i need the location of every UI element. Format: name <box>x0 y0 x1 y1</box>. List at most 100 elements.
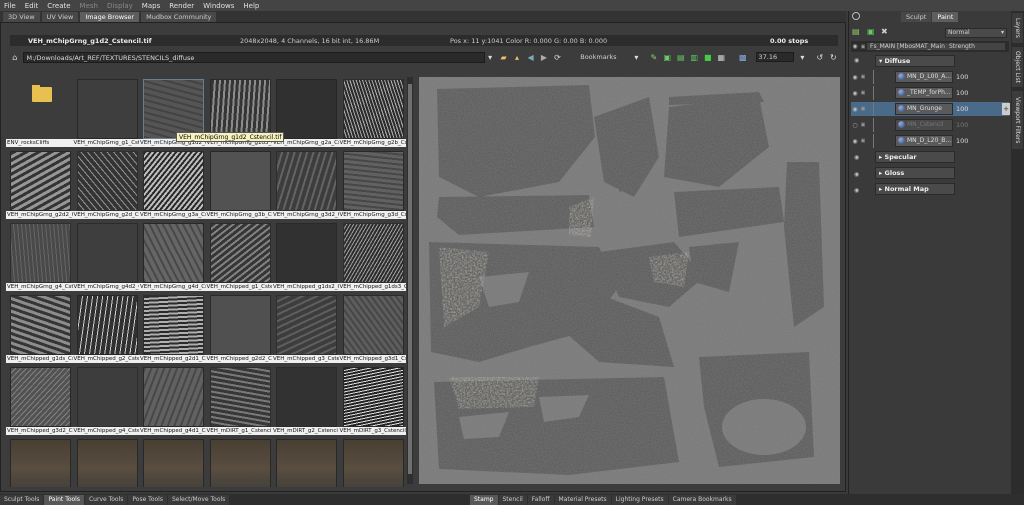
thumbnail-item[interactable]: VEH_mChipped_g3_Cste <box>272 293 339 363</box>
thumbnail-item[interactable]: VEH_mChipped_g1ds3_C <box>338 221 406 291</box>
thumbnail-item[interactable]: VEH_mChipGrng_g2b_Cs <box>338 77 406 147</box>
group-eye-icon[interactable]: ◉ <box>854 187 859 194</box>
layer-visibility-icon[interactable]: ◉ <box>851 106 859 113</box>
view-tab-uv-view[interactable]: UV View <box>41 12 79 22</box>
thumbnail-item[interactable] <box>73 437 140 487</box>
rotate-right-icon[interactable]: ↻ <box>829 52 838 62</box>
view-tab-mudbox-community[interactable]: Mudbox Community <box>141 12 217 22</box>
stamp-icon[interactable]: ▤ <box>676 52 685 62</box>
menu-maps[interactable]: Maps <box>142 2 160 10</box>
layer-name[interactable]: MN_Cstencil <box>895 119 953 131</box>
mode-tab-paint[interactable]: Paint <box>932 12 959 22</box>
thumbnail-item[interactable]: VEH_mChipGrng_g3a_Cs <box>139 149 206 219</box>
layer-row[interactable]: ◉ ▣ _TEMP_forPh... 100 <box>851 86 1009 100</box>
new-layer-icon[interactable]: ▤ <box>852 27 860 36</box>
delete-layer-icon[interactable]: ✖ <box>881 27 888 36</box>
thumbnail-item[interactable]: VEH_mChipGrng_g3d_Cst <box>338 149 406 219</box>
tray-tab-stamp[interactable]: Stamp <box>470 494 498 505</box>
layer-name[interactable]: MN_D_L00_A... <box>895 71 953 83</box>
layer-row[interactable]: ◉ ▣ MN_D_L20_B... 100 <box>851 134 1009 148</box>
mode-tab-sculpt[interactable]: Sculpt <box>901 12 932 22</box>
tray-tab-material-presets[interactable]: Material Presets <box>554 494 611 505</box>
scrollbar-thumb[interactable] <box>408 84 412 474</box>
path-input[interactable]: M:/Downloads/Art_REF/TEXTURES/STENCILS_d… <box>23 51 486 63</box>
thumbnail-item[interactable]: VEH_mChipGrng_g4d2_C <box>72 221 140 291</box>
eyedropper-icon[interactable]: ✎ <box>649 52 658 62</box>
layer-name[interactable]: MN_Grunge <box>895 103 953 115</box>
folder-open-icon[interactable]: ▰ <box>499 52 508 62</box>
bookmarks-dropdown-icon[interactable]: ▾ <box>632 52 641 62</box>
menu-create[interactable]: Create <box>47 2 70 10</box>
path-dropdown-icon[interactable]: ▾ <box>485 52 494 62</box>
group-eye-icon[interactable]: ◉ <box>854 171 859 178</box>
thumbnail-item[interactable]: VEH_mChipGrng_g4d_Cs <box>139 221 206 291</box>
side-tab-object-list[interactable]: Object List <box>1012 47 1023 87</box>
layer-lock-icon[interactable]: ▣ <box>859 74 867 80</box>
thumbnail-item[interactable]: VEH_mChipped_g3d1_Cs <box>338 293 406 363</box>
group-eye-icon[interactable]: ◉ <box>854 154 859 161</box>
menu-windows[interactable]: Windows <box>203 2 234 10</box>
thumbnail-item[interactable]: VEH_mChipGrng_g2d_Cst <box>72 149 140 219</box>
side-tab-viewport-filters[interactable]: Viewport Filters <box>1012 91 1023 149</box>
thumbnail-item[interactable] <box>339 437 406 487</box>
group-gloss[interactable]: ▸ Gloss <box>875 167 955 179</box>
layer-name[interactable]: MN_D_L20_B... <box>895 135 953 147</box>
thumbnail-item[interactable]: VEH_mChipped_g2d2_Cs <box>205 293 273 363</box>
thumbnail-item[interactable]: VEH_mChipped_g1ds2_C <box>272 221 339 291</box>
layer-opacity-slider-icon[interactable]: + <box>1002 103 1010 115</box>
layer-visibility-icon[interactable]: ◉ <box>851 138 859 145</box>
menu-render[interactable]: Render <box>169 2 194 10</box>
thumbnail-item[interactable]: VEH_mChipped_g3d2_Cs <box>6 365 73 435</box>
settings-circle-icon[interactable] <box>852 12 860 20</box>
save-image-icon[interactable]: ■ <box>703 52 712 62</box>
tool-tab-pose-tools[interactable]: Pose Tools <box>128 494 167 505</box>
tray-tab-lighting-presets[interactable]: Lighting Presets <box>611 494 668 505</box>
forward-arrow-icon[interactable]: ▶ <box>539 52 548 62</box>
thumbnail-item[interactable] <box>272 437 339 487</box>
thumbnail-item[interactable]: ENV_rocksCliffs <box>6 77 73 147</box>
thumbnail-item[interactable]: VEH_mChipGrng_g4_Cste <box>6 221 73 291</box>
thumbnail-item[interactable] <box>139 437 206 487</box>
refresh-icon[interactable]: ⟳ <box>553 52 562 62</box>
tool-tab-select-move-tools[interactable]: Select/Move Tools <box>167 494 230 505</box>
tool-tab-sculpt-tools[interactable]: Sculpt Tools <box>0 494 44 505</box>
thumbnail-item[interactable]: VEH_mDIRT_g3_Cstencil <box>338 365 406 435</box>
layer-strength[interactable]: 100 <box>956 73 968 81</box>
stencil-icon[interactable]: ▣ <box>663 52 672 62</box>
thumbnail-item[interactable]: VEH_mDIRT_g1_Cstenci <box>205 365 273 435</box>
layer-visibility-icon[interactable]: ○ <box>851 122 859 129</box>
blend-mode-select[interactable]: Normal ▾ <box>945 28 1007 38</box>
menu-display[interactable]: Display <box>107 2 133 10</box>
tray-tab-camera-bookmarks[interactable]: Camera Bookmarks <box>668 494 736 505</box>
menu-help[interactable]: Help <box>243 2 259 10</box>
thumbnail-item[interactable]: VEH_mChipped_g2d1_Cs <box>139 293 206 363</box>
group-eye-icon[interactable]: ◉ <box>854 57 859 64</box>
channels-icon[interactable]: ▩ <box>738 52 747 62</box>
layer-lock-icon[interactable]: ▣ <box>859 138 867 144</box>
tool-tab-paint-tools[interactable]: Paint Tools <box>44 494 84 505</box>
thumbnail-item[interactable]: VEH_mChipped_g2_Cste <box>72 293 140 363</box>
menu-edit[interactable]: Edit <box>25 2 39 10</box>
rotate-left-icon[interactable]: ↺ <box>815 52 824 62</box>
bookmarks-button[interactable]: Bookmarks <box>580 53 627 61</box>
layer-row[interactable]: ◉ ▣ MN_Grunge 100 + <box>851 102 1010 116</box>
layer-row[interactable]: ○ ▣ MN_Cstencil 100 <box>851 118 1009 132</box>
display-mode-icon[interactable]: ▦ <box>717 52 726 62</box>
thumbnail-item[interactable] <box>6 437 73 487</box>
thumbnail-item[interactable]: VEH_mChipped_g4d1_Cs <box>139 365 206 435</box>
tool-tab-curve-tools[interactable]: Curve Tools <box>84 494 128 505</box>
thumbnail-item[interactable]: VEH_mChipped_g1ds_Cst <box>6 293 73 363</box>
group-specular[interactable]: ▸ Specular <box>875 151 955 163</box>
thumbnail-item[interactable]: VEH_mChipGrng_g1_Cste <box>72 77 140 147</box>
thumbnail-item[interactable]: VEH_mChipGrng_g3d2_C <box>272 149 339 219</box>
back-arrow-icon[interactable]: ◀ <box>526 52 535 62</box>
set-texture-icon[interactable]: ▥ <box>690 52 699 62</box>
thumbnail-item[interactable]: VEH_mChipGrng_g2d2_C <box>6 149 73 219</box>
tray-tab-stencil[interactable]: Stencil <box>498 494 527 505</box>
thumbnail-item[interactable]: VEH_mChipped_g4_Cste <box>72 365 140 435</box>
layer-strength[interactable]: 100 <box>956 105 968 113</box>
thumbnail-item[interactable]: VEH_mChipped_g1_Cste <box>205 221 273 291</box>
side-tab-layers[interactable]: Layers <box>1012 13 1023 43</box>
zoom-field[interactable]: 37.16 <box>755 52 794 62</box>
layer-strength[interactable]: 100 <box>956 137 968 145</box>
